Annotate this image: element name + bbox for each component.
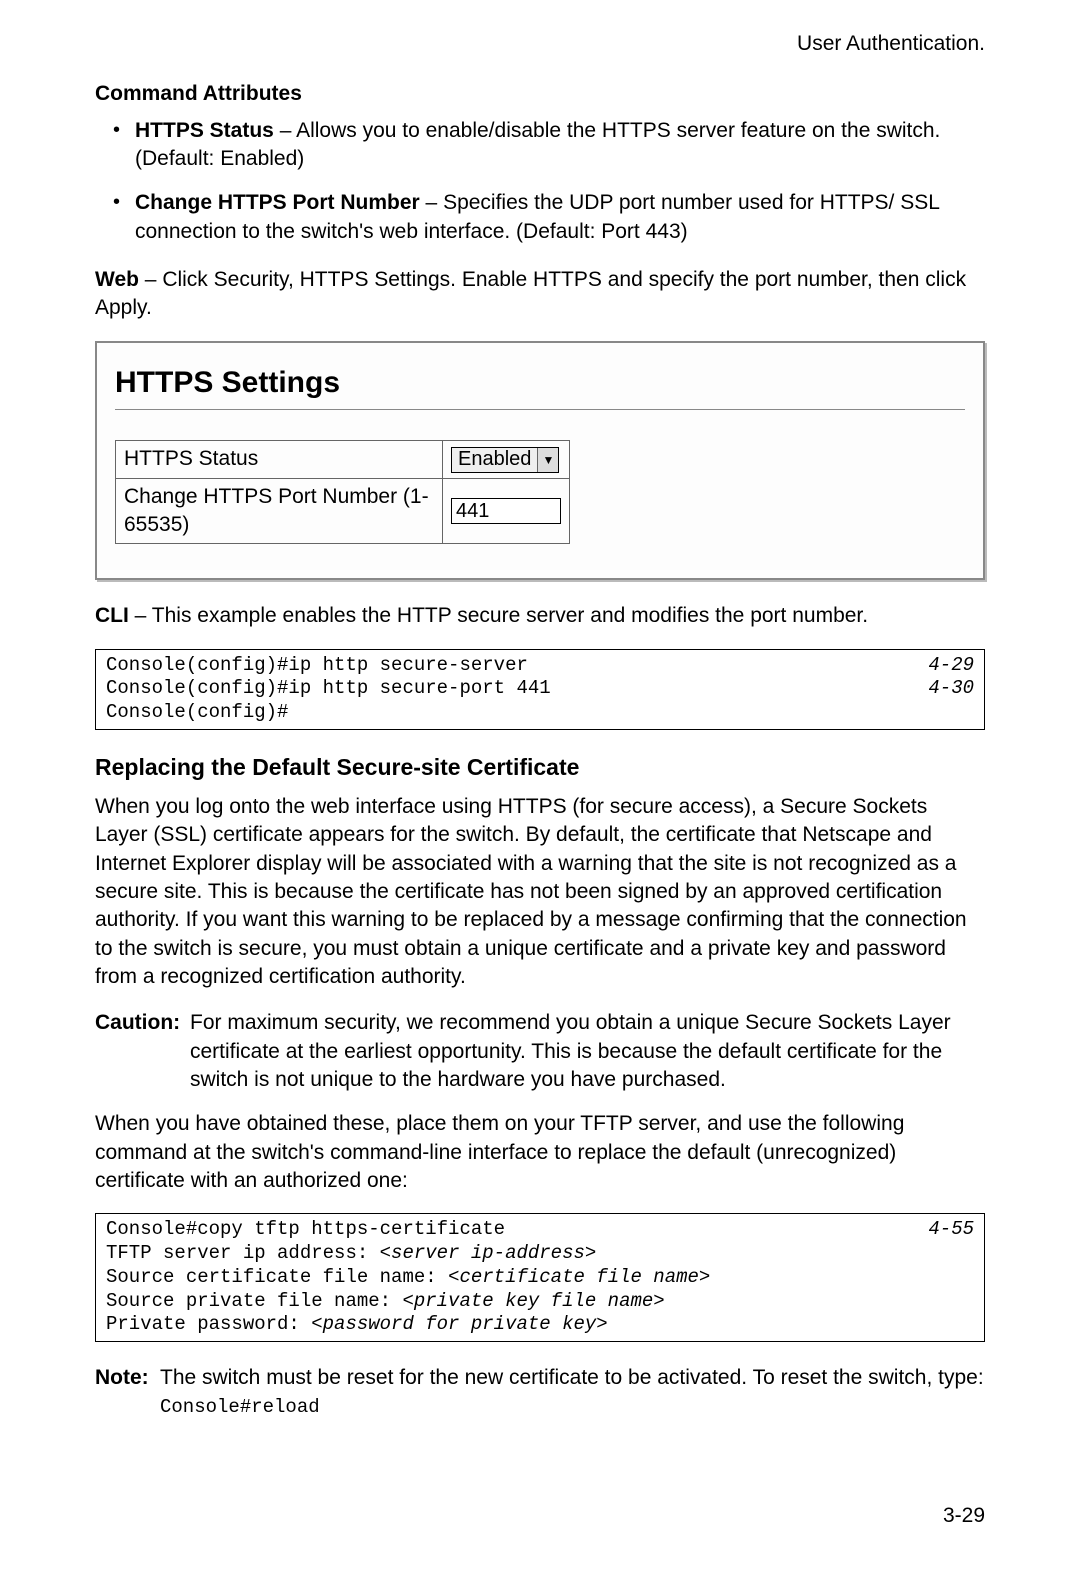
note-code: Console#reload — [160, 1396, 320, 1418]
bullet-sep: – — [274, 119, 296, 142]
bullet-term: Change HTTPS Port Number — [135, 191, 420, 214]
field-label: HTTPS Status — [116, 441, 443, 478]
web-text: Click Security, HTTPS Settings. Enable H… — [95, 268, 966, 319]
field-label: Change HTTPS Port Number (1-65535) — [116, 478, 443, 544]
cert-paragraph-2: When you have obtained these, place them… — [95, 1110, 985, 1195]
chevron-down-icon: ▼ — [537, 448, 558, 472]
web-paragraph: Web – Click Security, HTTPS Settings. En… — [95, 266, 985, 323]
cli-placeholder: <certificate file name> — [448, 1266, 710, 1288]
cli-cmd: Console#copy tftp https-certificate — [106, 1218, 505, 1242]
note-text-a: The switch must be reset for the new cer… — [160, 1366, 984, 1389]
table-row: HTTPS Status Enabled ▼ — [116, 441, 570, 478]
cli-prompt: Private password: — [106, 1313, 311, 1335]
cli-ref: 4-29 — [928, 654, 974, 678]
panel-divider — [115, 409, 965, 410]
cli-placeholder: <server ip-address> — [380, 1242, 597, 1264]
web-label: Web — [95, 268, 139, 291]
field-cell: 441 — [443, 478, 570, 544]
caution-block: Caution: For maximum security, we recomm… — [95, 1009, 985, 1094]
note-label: Note: — [95, 1364, 160, 1421]
cli-prompt: Source certificate file name: — [106, 1266, 448, 1288]
cli-placeholder: <password for private key> — [311, 1313, 607, 1335]
https-settings-panel: HTTPS Settings HTTPS Status Enabled ▼ Ch… — [95, 341, 985, 581]
field-cell: Enabled ▼ — [443, 441, 570, 478]
cli-label: CLI — [95, 604, 129, 627]
cli-paragraph: CLI – This example enables the HTTP secu… — [95, 602, 985, 630]
cli-prompt: TFTP server ip address: — [106, 1242, 380, 1264]
note-text: The switch must be reset for the new cer… — [160, 1364, 985, 1421]
cert-paragraph-1: When you log onto the web interface usin… — [95, 793, 985, 991]
cli-ref: 4-30 — [928, 677, 974, 701]
bullet-term: HTTPS Status — [135, 119, 274, 142]
caution-label: Caution: — [95, 1009, 190, 1094]
list-item: Change HTTPS Port Number – Specifies the… — [135, 189, 985, 246]
cli-placeholder: <private key file name> — [402, 1290, 664, 1312]
cli-example-2: Console#copy tftp https-certificate 4-55 T… — [95, 1213, 985, 1342]
cli-sep: – — [129, 604, 152, 627]
https-port-input[interactable]: 441 — [451, 498, 561, 524]
panel-title: HTTPS Settings — [115, 363, 965, 404]
cli-cmd: Console(config)# — [106, 701, 288, 725]
command-attributes-list: HTTPS Status – Allows you to enable/disa… — [95, 117, 985, 246]
cli-ref: 4-55 — [928, 1218, 974, 1242]
page-number: 3-29 — [943, 1502, 985, 1530]
cli-example-1: Console(config)#ip http secure-server 4-2… — [95, 649, 985, 730]
https-status-select[interactable]: Enabled ▼ — [451, 447, 559, 473]
bullet-sep: – — [420, 191, 443, 214]
caution-text: For maximum security, we recommend you o… — [190, 1009, 985, 1094]
cli-cmd: Console(config)#ip http secure-port 441 — [106, 677, 551, 701]
web-sep: – — [139, 268, 162, 291]
settings-table: HTTPS Status Enabled ▼ Change HTTPS Port… — [115, 440, 570, 544]
list-item: HTTPS Status – Allows you to enable/disa… — [135, 117, 985, 174]
select-value: Enabled — [452, 446, 537, 473]
note-block: Note: The switch must be reset for the n… — [95, 1364, 985, 1421]
cli-prompt: Source private file name: — [106, 1290, 402, 1312]
cli-text: This example enables the HTTP secure ser… — [152, 604, 868, 627]
replacing-cert-heading: Replacing the Default Secure-site Certif… — [95, 752, 985, 783]
page-header-right: User Authentication. — [95, 30, 985, 58]
cli-cmd: Console(config)#ip http secure-server — [106, 654, 528, 678]
table-row: Change HTTPS Port Number (1-65535) 441 — [116, 478, 570, 544]
command-attributes-heading: Command Attributes — [95, 80, 985, 108]
